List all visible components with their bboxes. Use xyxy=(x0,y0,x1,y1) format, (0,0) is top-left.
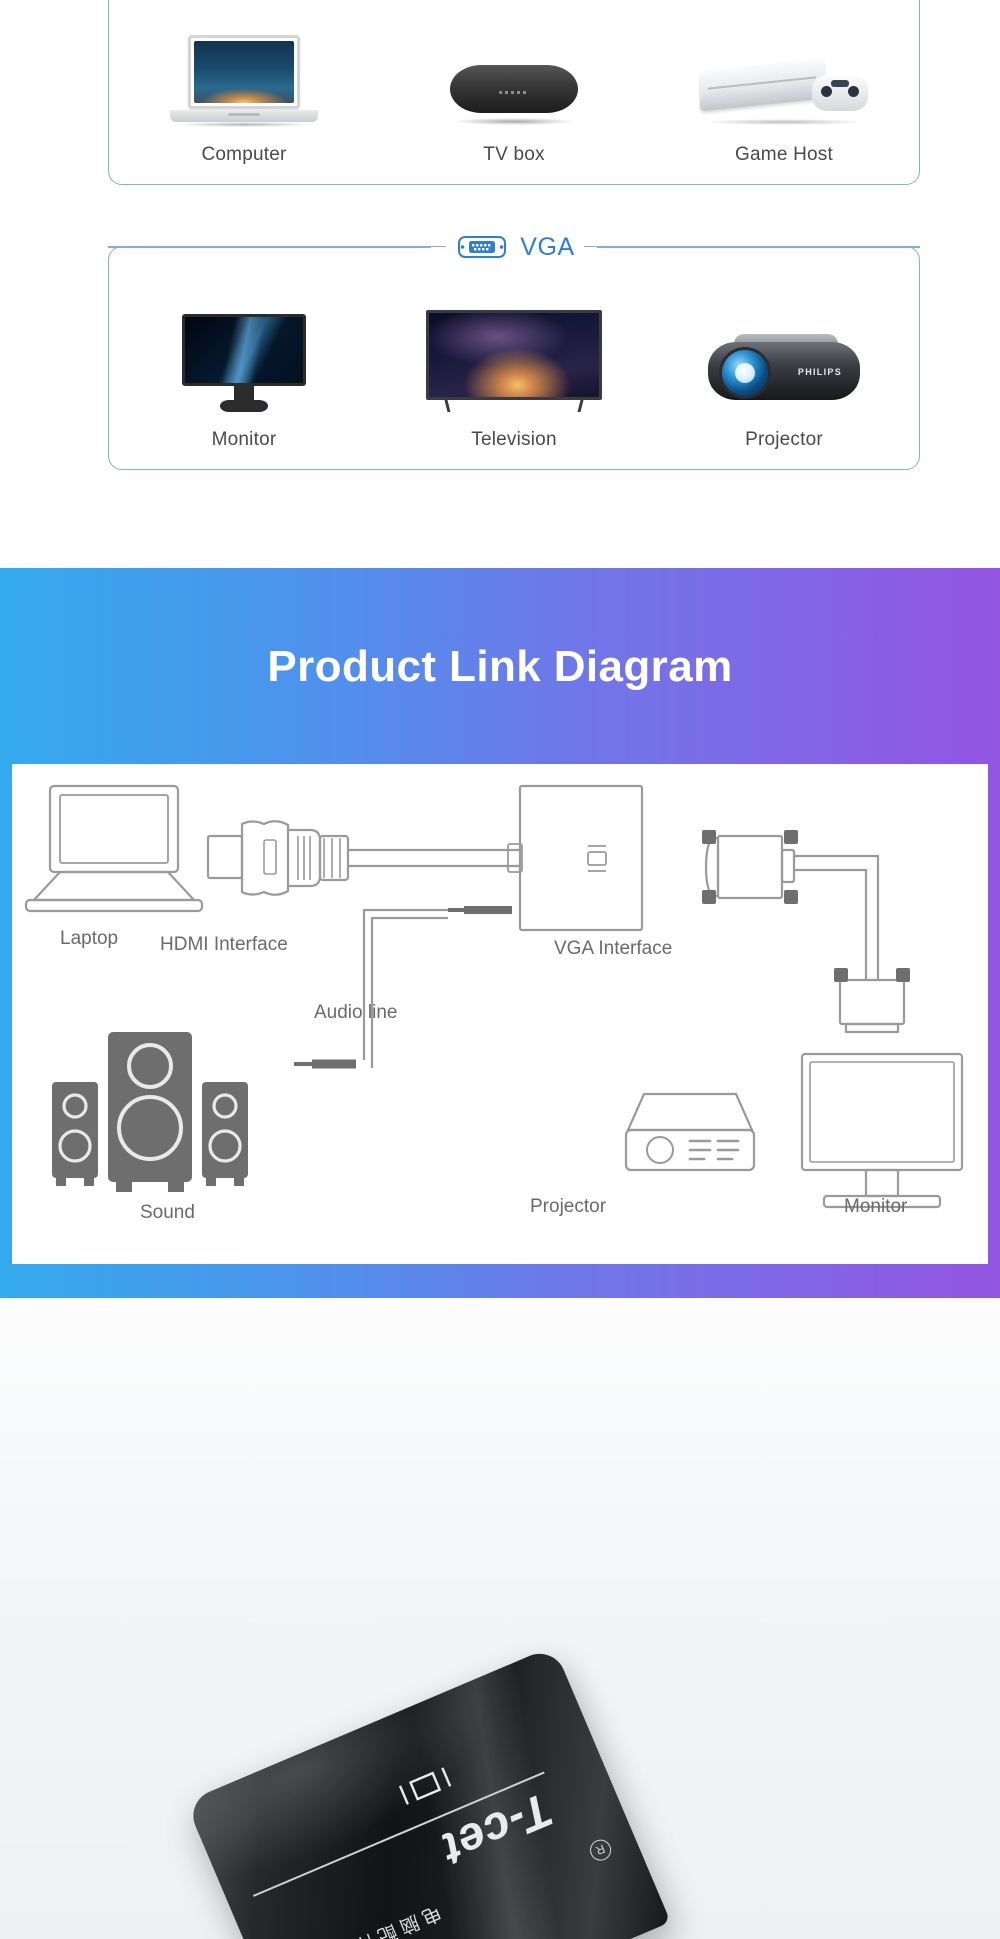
device-item-tv-box: TV box xyxy=(379,59,649,166)
vga-section-divider: VGA xyxy=(108,232,921,262)
projector-icon: PHILIPS xyxy=(708,334,860,412)
product-photo-section: T-cet 电脑配件 R xyxy=(0,1298,1000,1939)
hdmi-device-row: Computer TV box Game Host xyxy=(109,0,919,184)
diagram-vga-plug-bottom xyxy=(834,968,910,1034)
diagram-laptop-icon xyxy=(24,784,204,913)
product-link-diagram-banner: Product Link Diagram Laptop HDMI Interfa… xyxy=(0,568,1000,1298)
laptop-art xyxy=(170,35,318,127)
device-label-tv-box: TV box xyxy=(483,144,545,165)
diagram-monitor-icon xyxy=(800,1052,964,1209)
device-label-game-host: Game Host xyxy=(735,144,833,165)
diagram-label-audio-line: Audio line xyxy=(314,1002,398,1023)
device-item-television: Television xyxy=(379,310,649,451)
device-label-computer: Computer xyxy=(201,144,287,165)
diagram-label-projector: Projector xyxy=(530,1196,607,1217)
adapter-product-photo: T-cet 电脑配件 R xyxy=(185,1645,671,1939)
device-item-game-host: Game Host xyxy=(649,55,919,166)
device-item-computer: Computer xyxy=(109,35,379,166)
tv-box-icon xyxy=(444,59,584,127)
vga-output-card: Monitor Television PHILIPS Projector xyxy=(108,246,920,470)
device-item-projector: PHILIPS Projector xyxy=(649,334,919,451)
hdmi-source-card: Computer TV box Game Host xyxy=(108,0,920,185)
diagram-vga-connector xyxy=(702,830,798,904)
link-diagram-svg xyxy=(24,784,964,1209)
diagram-label-vga: VGA Interface xyxy=(554,938,673,959)
monitor-art xyxy=(182,314,306,412)
game-console-art xyxy=(700,55,868,127)
game-console-icon xyxy=(700,55,868,127)
diagram-label-monitor: Monitor xyxy=(844,1196,908,1217)
device-label-monitor: Monitor xyxy=(211,429,277,450)
diagram-converter-box xyxy=(507,784,644,932)
diagram-hdmi-plug-icon xyxy=(206,820,350,896)
laptop-icon xyxy=(170,35,318,127)
television-art xyxy=(426,310,602,412)
divider-line-right xyxy=(596,246,921,248)
monitor-icon xyxy=(182,314,306,412)
divider-line-left xyxy=(108,246,432,248)
device-item-monitor: Monitor xyxy=(109,314,379,451)
link-diagram-panel: Laptop HDMI Interface VGA Interface Audi… xyxy=(12,764,988,1264)
device-label-television: Television xyxy=(471,429,557,450)
television-icon xyxy=(426,310,602,412)
vga-badge-label: VGA xyxy=(520,232,575,261)
device-label-projector: Projector xyxy=(745,429,823,450)
diagram-label-laptop: Laptop xyxy=(60,928,119,949)
banner-title: Product Link Diagram xyxy=(267,642,733,691)
vga-connector-icon xyxy=(455,234,509,260)
diagram-label-sound: Sound xyxy=(140,1202,195,1223)
projector-art: PHILIPS xyxy=(708,334,860,412)
vga-badge: VGA xyxy=(446,232,584,262)
vga-device-row: Monitor Television PHILIPS Projector xyxy=(109,247,919,469)
diagram-speakers-icon xyxy=(52,1032,248,1192)
projector-brand-text: PHILIPS xyxy=(797,367,842,377)
tv-box-art xyxy=(444,59,584,127)
diagram-label-hdmi: HDMI Interface xyxy=(160,934,288,955)
diagram-projector-icon xyxy=(624,1092,756,1172)
